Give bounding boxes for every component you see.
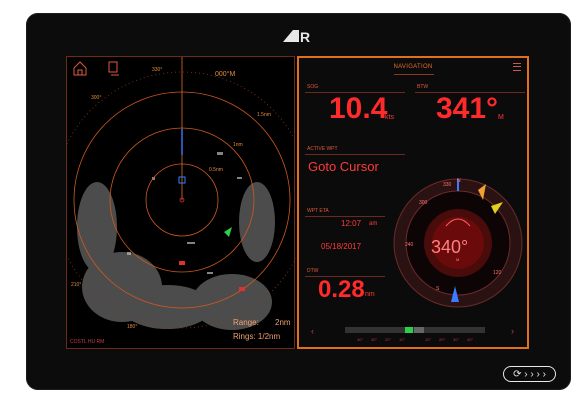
xte-scale-label: 30° (371, 337, 378, 342)
navigation-pane[interactable]: NAVIGATION SOG 10.4 kts BTW 341° M ACTIV… (297, 56, 529, 349)
xte-indicator (405, 327, 413, 333)
dtw-value: 0.28 (318, 276, 365, 303)
radar-mode-label: COSTL HU RM (70, 339, 105, 345)
ring-label: 0.5nm (209, 167, 223, 173)
ring-label: 1.5nm (257, 112, 271, 118)
active-wpt-value: Goto Cursor (308, 159, 379, 174)
xte-scale-label: 40° (357, 337, 364, 342)
compass-label: 240 (405, 242, 414, 248)
btw-label: BTW (417, 84, 429, 90)
dtw-unit: nm (365, 291, 375, 298)
sog-value: 10.4 (329, 92, 388, 125)
bearing-scale-label: 180° (127, 324, 138, 330)
compass-heading-unit: M (456, 257, 460, 262)
compass-label: N (457, 178, 461, 184)
hardware-buttons[interactable]: ⟳ › › › › (503, 366, 556, 382)
mark-icon (108, 61, 119, 76)
btw-unit: M (498, 114, 504, 121)
range-value: 2nm (275, 318, 291, 327)
xte-scale-label: 20° (385, 337, 392, 342)
wpt-eta-date: 05/18/2017 (321, 242, 362, 251)
menu-icon[interactable] (513, 63, 521, 71)
xte-scale-label: 30° (453, 337, 460, 342)
title-underline (394, 74, 434, 75)
target-green (224, 227, 232, 237)
display-screen: 000°M 330° 300° 210° 180° 1.5nm 1nm 0.5n… (66, 56, 529, 349)
home-icon (73, 61, 87, 76)
xte-scale-label: 40° (467, 337, 474, 342)
range-label: Range: (233, 318, 259, 327)
bearing-scale-label: 300° (91, 95, 102, 101)
btw-value: 341° (436, 92, 499, 125)
xte-scale-label: 20° (439, 337, 446, 342)
raymarine-logo: R (283, 29, 310, 44)
xte-scale-label: 10° (399, 337, 406, 342)
prev-arrow-icon[interactable]: ‹ (311, 326, 314, 336)
radar-view (67, 57, 296, 330)
compass-label: 120 (493, 270, 502, 276)
xte-scale-label: 10° (425, 337, 432, 342)
compass-heading: 340° (431, 237, 469, 257)
target-red-2 (239, 287, 245, 291)
compass-label: 300 (419, 200, 428, 206)
next-arrow-icon[interactable]: › (511, 326, 514, 336)
dtw-label: DTW (307, 268, 319, 274)
sog-label: SOG (307, 84, 319, 90)
ring-label: 1nm (233, 142, 243, 148)
target-red-1 (179, 261, 185, 265)
bearing-scale-label: 000°M (215, 71, 236, 78)
compass-label: S (436, 286, 440, 292)
bearing-scale-label: 210° (71, 282, 82, 288)
xte-bar (345, 327, 485, 333)
wpt-eta-ampm: am (369, 221, 378, 227)
nav-title: NAVIGATION (393, 64, 433, 70)
wpt-eta-time: 12:07 (341, 219, 362, 228)
rings-label: Rings: 1/2nm (233, 332, 281, 341)
compass-label: 330 (443, 182, 452, 188)
active-wpt-label: ACTIVE WPT (307, 146, 338, 152)
svg-text:R: R (300, 29, 310, 44)
radar-pane[interactable]: 000°M 330° 300° 210° 180° 1.5nm 1nm 0.5n… (66, 56, 296, 349)
bearing-scale-label: 330° (152, 67, 163, 73)
wpt-eta-label: WPT ETA (307, 208, 329, 214)
sog-unit: kts (385, 114, 394, 121)
